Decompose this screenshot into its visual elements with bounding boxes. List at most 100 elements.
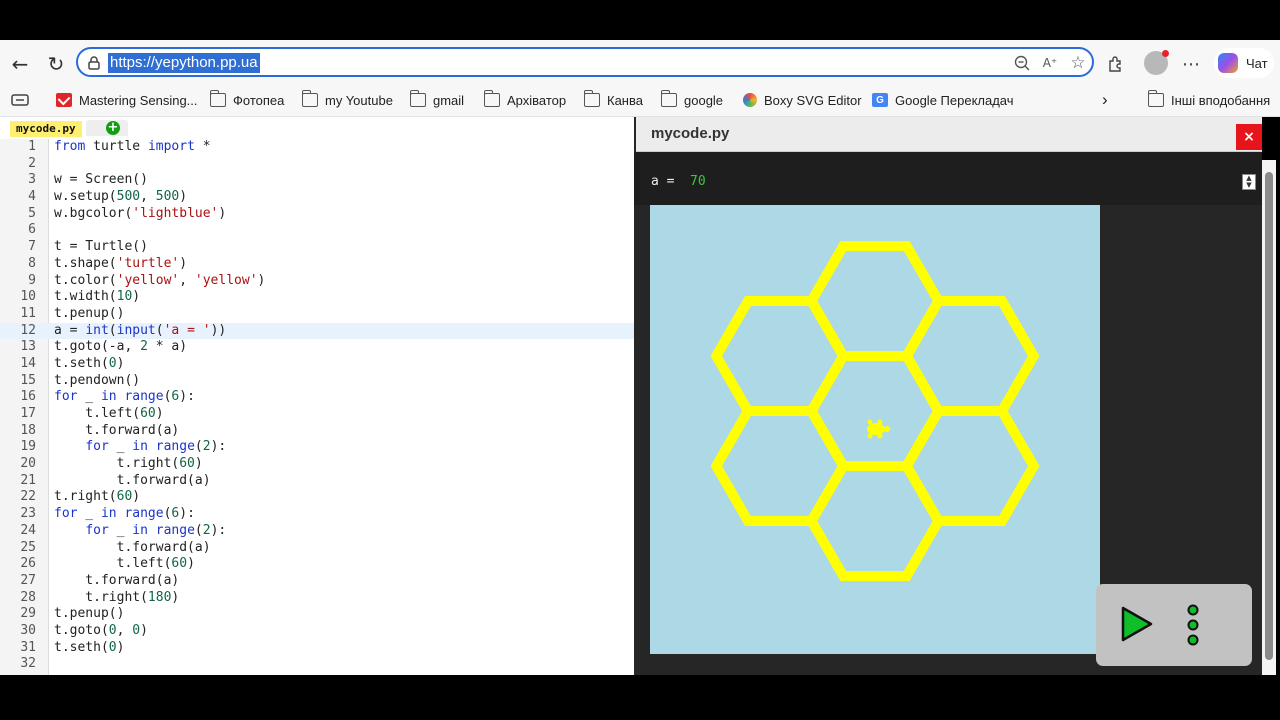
code-line[interactable]: 17 t.left(60) [0,406,634,423]
favorite-star-icon[interactable]: ☆ [1068,53,1088,73]
line-number: 2 [28,155,36,171]
folder-icon [483,90,500,107]
console[interactable]: a = 70 ▲ ▼ [634,152,1262,205]
line-number: 24 [20,522,36,538]
run-button[interactable] [1120,606,1154,646]
code-line[interactable]: 1 from turtle import * [0,139,634,156]
add-tab-icon[interactable]: + [106,121,120,135]
code-line[interactable]: 6 [0,222,634,239]
code-line[interactable]: 23 for _ in range(6): [0,506,634,523]
code-line[interactable]: 11 t.penup() [0,306,634,323]
code-line[interactable]: 31 t.seth(0) [0,640,634,657]
bookmark-google-translate[interactable]: G Google Перекладач [872,88,1014,112]
code-line[interactable]: 29 t.penup() [0,606,634,623]
code-line[interactable]: 28 t.right(180) [0,590,634,607]
bookmark-label: google [684,92,724,108]
bookmark-arkhivator[interactable]: Архіватор [483,88,566,112]
code-line[interactable]: 15 t.pendown() [0,373,634,390]
gmail-icon [56,93,72,107]
bookmark-fotopea[interactable]: Фотопеа [209,88,284,112]
line-number: 29 [20,606,36,622]
line-code: a = int(input('a = ')) [54,322,227,338]
chevron-right-icon[interactable]: › [1102,88,1108,112]
code-line[interactable]: 4 w.setup(500, 500) [0,189,634,206]
output-panel: mycode.py × a = 70 ▲ ▼ [634,117,1262,675]
other-bookmarks[interactable]: Інші вподобання [1147,88,1270,112]
address-bar[interactable]: https://yepython.pp.ua A⁺ ☆ [76,47,1094,77]
close-button[interactable]: × [1236,124,1262,150]
output-header: mycode.py × [636,117,1262,152]
hexagon-cell [710,296,850,416]
code-line[interactable]: 25 t.forward(a) [0,540,634,557]
hexagon-cell [900,296,1040,416]
line-code: t.penup() [54,606,125,622]
line-number: 9 [28,272,36,288]
line-number: 14 [20,355,36,371]
code-line[interactable]: 10 t.width(10) [0,289,634,306]
profile-avatar[interactable] [1144,50,1169,75]
folder-icon [1147,90,1164,107]
code-line[interactable]: 18 t.forward(a) [0,423,634,440]
line-number: 32 [20,656,36,672]
refresh-icon[interactable]: ↻ [42,50,70,78]
code-line[interactable]: 14 t.seth(0) [0,356,634,373]
code-line[interactable]: 26 t.left(60) [0,556,634,573]
bookmark-kanva[interactable]: Канва [583,88,643,112]
code-line[interactable]: 12 a = int(input('a = ')) [0,322,634,340]
bookmark-mastering-sensing[interactable]: Mastering Sensing... [56,88,198,112]
code-line[interactable]: 21 t.forward(a) [0,473,634,490]
more-menu-icon[interactable]: ⋯ [1177,50,1205,78]
line-number: 19 [20,439,36,455]
copilot-button[interactable]: Чат [1214,48,1274,78]
page-scrollbar[interactable] [1262,160,1276,675]
folder-icon [409,90,426,107]
editor-tabs: mycode.py + [0,117,634,139]
code-editor[interactable]: mycode.py + 1 from turtle import * 2 3 w = S… [0,117,634,675]
code-line[interactable]: 5 w.bgcolor('lightblue') [0,206,634,223]
code-line[interactable]: 16 for _ in range(6): [0,389,634,406]
code-line[interactable]: 30 t.goto(0, 0) [0,623,634,640]
tab-mycode[interactable]: mycode.py [10,121,82,137]
code-line[interactable]: 7 t = Turtle() [0,239,634,256]
line-number: 25 [20,539,36,555]
code-line[interactable]: 13 t.goto(-a, 2 * a) [0,339,634,356]
read-aloud-icon[interactable]: A⁺ [1040,53,1060,73]
run-controls [1096,584,1252,666]
bookmark-boxy-svg[interactable]: Boxy SVG Editor [743,88,862,112]
line-number: 4 [28,189,36,205]
google-translate-icon: G [872,93,888,107]
code-line[interactable]: 9 t.color('yellow', 'yellow') [0,273,634,290]
folder-icon [209,90,226,107]
back-arrow-icon[interactable]: ← [6,50,34,78]
bookmarks-toggle-icon[interactable] [11,88,29,112]
options-button[interactable] [1185,604,1201,650]
extensions-icon[interactable] [1102,50,1130,78]
code-line[interactable]: 19 for _ in range(2): [0,439,634,456]
code-line[interactable]: 27 t.forward(a) [0,573,634,590]
code-line[interactable]: 32 [0,656,634,673]
bookmark-gmail[interactable]: gmail [409,88,464,112]
code-line[interactable]: 20 t.right(60) [0,456,634,473]
copilot-icon [1218,53,1238,73]
code-line[interactable]: 8 t.shape('turtle') [0,256,634,273]
lock-icon[interactable] [84,53,104,73]
url-text[interactable]: https://yepython.pp.ua [108,53,260,73]
new-tab[interactable]: + [86,120,128,136]
line-code: t.forward(a) [54,539,211,555]
code-line[interactable]: 22 t.right(60) [0,489,634,506]
scroll-thumb[interactable] [1265,172,1273,660]
honeycomb-drawing [710,241,1040,581]
code-line[interactable]: 2 [0,156,634,173]
folder-icon [660,90,677,107]
bookmark-my-youtube[interactable]: my Youtube [301,88,393,112]
code-lines[interactable]: 1 from turtle import * 2 3 w = Screen() 4 w.se… [0,139,634,673]
line-code: t.right(60) [54,489,141,505]
console-spinner[interactable]: ▲ ▼ [1242,174,1256,190]
top-black-bar [0,0,1280,40]
code-line[interactable]: 3 w = Screen() [0,172,634,189]
code-line[interactable]: 24 for _ in range(2): [0,523,634,540]
line-number: 3 [28,172,36,188]
line-number: 6 [28,222,36,238]
bookmark-google[interactable]: google [660,88,724,112]
zoom-out-icon[interactable] [1012,53,1032,73]
